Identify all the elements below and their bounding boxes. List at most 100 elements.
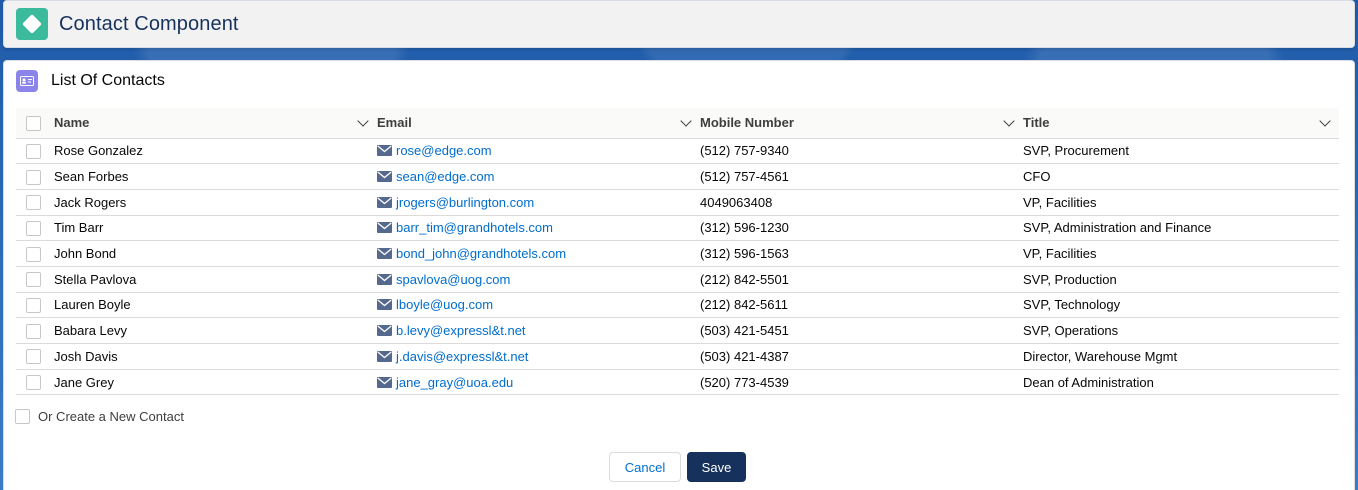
email-cell: lboyle@uog.com xyxy=(377,292,700,319)
contact-title: Dean of Administration xyxy=(1023,369,1339,396)
row-select-cell xyxy=(16,240,54,267)
new-contact-label: Or Create a New Contact xyxy=(38,409,184,424)
contact-name: John Bond xyxy=(54,240,377,267)
email-icon xyxy=(377,171,392,183)
email-cell: barr_tim@grandhotels.com xyxy=(377,215,700,242)
email-link[interactable]: sean@edge.com xyxy=(396,169,494,184)
select-all-cell xyxy=(16,108,54,139)
column-header-name[interactable]: Name xyxy=(54,108,377,139)
email-cell: jrogers@burlington.com xyxy=(377,189,700,216)
email-cell: j.davis@expressl&t.net xyxy=(377,343,700,370)
email-link[interactable]: barr_tim@grandhotels.com xyxy=(396,220,553,235)
column-header-title[interactable]: Title xyxy=(1023,108,1339,139)
chevron-down-icon[interactable] xyxy=(1003,115,1015,127)
contact-name: Sean Forbes xyxy=(54,163,377,190)
row-select-cell xyxy=(16,189,54,216)
email-link[interactable]: rose@edge.com xyxy=(396,143,492,158)
mobile-number: (312) 596-1563 xyxy=(700,240,1023,267)
row-select-cell xyxy=(16,292,54,319)
row-checkbox[interactable] xyxy=(26,323,41,339)
email-link[interactable]: j.davis@expressl&t.net xyxy=(396,349,528,364)
chevron-down-icon[interactable] xyxy=(1319,115,1331,127)
contact-name: Jack Rogers xyxy=(54,189,377,216)
email-icon xyxy=(377,222,392,234)
email-link[interactable]: spavlova@uog.com xyxy=(396,272,510,287)
contact-name: Jane Grey xyxy=(54,369,377,396)
row-checkbox[interactable] xyxy=(26,169,41,185)
email-cell: sean@edge.com xyxy=(377,163,700,190)
table-row: Jack Rogers jrogers@burlington.com 4049063… xyxy=(16,189,1339,216)
page-title: Contact Component xyxy=(59,12,239,35)
mobile-number: 4049063408 xyxy=(700,189,1023,216)
email-icon xyxy=(377,145,392,157)
email-link[interactable]: bond_john@grandhotels.com xyxy=(396,246,566,261)
email-link[interactable]: jrogers@burlington.com xyxy=(396,195,534,210)
email-cell: bond_john@grandhotels.com xyxy=(377,240,700,267)
select-all-checkbox[interactable] xyxy=(26,115,41,131)
row-select-cell xyxy=(16,138,54,165)
mobile-number: (512) 757-4561 xyxy=(700,163,1023,190)
row-checkbox[interactable] xyxy=(26,195,41,211)
email-link[interactable]: lboyle@uog.com xyxy=(396,297,493,312)
table-header-row: Name Email Mobile Number Title xyxy=(16,108,1339,139)
card-title: List Of Contacts xyxy=(51,72,165,89)
email-icon xyxy=(377,376,392,388)
row-checkbox[interactable] xyxy=(26,298,41,313)
contact-title: SVP, Technology xyxy=(1023,292,1339,319)
contact-title: SVP, Administration and Finance xyxy=(1023,215,1339,242)
row-checkbox[interactable] xyxy=(26,246,41,262)
save-button[interactable]: Save xyxy=(687,452,746,482)
email-icon xyxy=(377,248,392,260)
contacts-card: List Of Contacts Name Email Mobile Numbe… xyxy=(3,60,1355,490)
email-cell: spavlova@uog.com xyxy=(377,266,700,293)
email-icon xyxy=(377,299,392,311)
card-header: List Of Contacts xyxy=(4,61,1354,101)
email-cell: b.levy@expressl&t.net xyxy=(377,317,700,344)
row-checkbox[interactable] xyxy=(26,143,41,159)
contact-card-icon xyxy=(16,70,38,92)
row-checkbox[interactable] xyxy=(26,375,41,391)
row-select-cell xyxy=(16,369,54,396)
contact-name: Stella Pavlova xyxy=(54,266,377,293)
mobile-number: (503) 421-4387 xyxy=(700,343,1023,370)
row-select-cell xyxy=(16,343,54,370)
table-row: Sean Forbes sean@edge.com (512) 757-4561 CF… xyxy=(16,163,1339,190)
email-link[interactable]: b.levy@expressl&t.net xyxy=(396,323,526,338)
email-icon xyxy=(377,325,392,337)
new-contact-checkbox[interactable] xyxy=(15,409,30,424)
page-header: Contact Component xyxy=(3,0,1355,48)
email-icon xyxy=(377,350,392,362)
table-row: John Bond bond_john@grandhotels.com (312) … xyxy=(16,240,1339,267)
contacts-table: Name Email Mobile Number Title Rose Gonz… xyxy=(16,108,1339,396)
row-checkbox[interactable] xyxy=(26,220,41,236)
new-contact-option[interactable]: Or Create a New Contact xyxy=(15,409,184,424)
mobile-number: (503) 421-5451 xyxy=(700,317,1023,344)
contact-title: SVP, Operations xyxy=(1023,317,1339,344)
column-header-mobile[interactable]: Mobile Number xyxy=(700,108,1023,139)
row-checkbox[interactable] xyxy=(26,349,41,365)
contact-name: Tim Barr xyxy=(54,215,377,242)
email-cell: rose@edge.com xyxy=(377,138,700,165)
contact-title: SVP, Production xyxy=(1023,266,1339,293)
email-icon xyxy=(377,273,392,285)
row-checkbox[interactable] xyxy=(26,272,41,288)
contact-title: Director, Warehouse Mgmt xyxy=(1023,343,1339,370)
contact-name: Lauren Boyle xyxy=(54,292,377,319)
column-header-email[interactable]: Email xyxy=(377,108,700,139)
table-row: Lauren Boyle lboyle@uog.com (212) 842-5611… xyxy=(16,292,1339,319)
contact-name: Babara Levy xyxy=(54,317,377,344)
chevron-down-icon[interactable] xyxy=(680,115,692,127)
contact-title: VP, Facilities xyxy=(1023,189,1339,216)
email-link[interactable]: jane_gray@uoa.edu xyxy=(396,375,513,390)
diamond-icon xyxy=(16,8,48,40)
row-select-cell xyxy=(16,215,54,242)
chevron-down-icon[interactable] xyxy=(357,115,369,127)
mobile-number: (512) 757-9340 xyxy=(700,138,1023,165)
contact-name: Rose Gonzalez xyxy=(54,138,377,165)
mobile-number: (212) 842-5501 xyxy=(700,266,1023,293)
contact-title: VP, Facilities xyxy=(1023,240,1339,267)
cancel-button[interactable]: Cancel xyxy=(609,452,681,482)
contact-title: CFO xyxy=(1023,163,1339,190)
mobile-number: (312) 596-1230 xyxy=(700,215,1023,242)
table-row: Rose Gonzalez rose@edge.com (512) 757-9340… xyxy=(16,138,1339,165)
